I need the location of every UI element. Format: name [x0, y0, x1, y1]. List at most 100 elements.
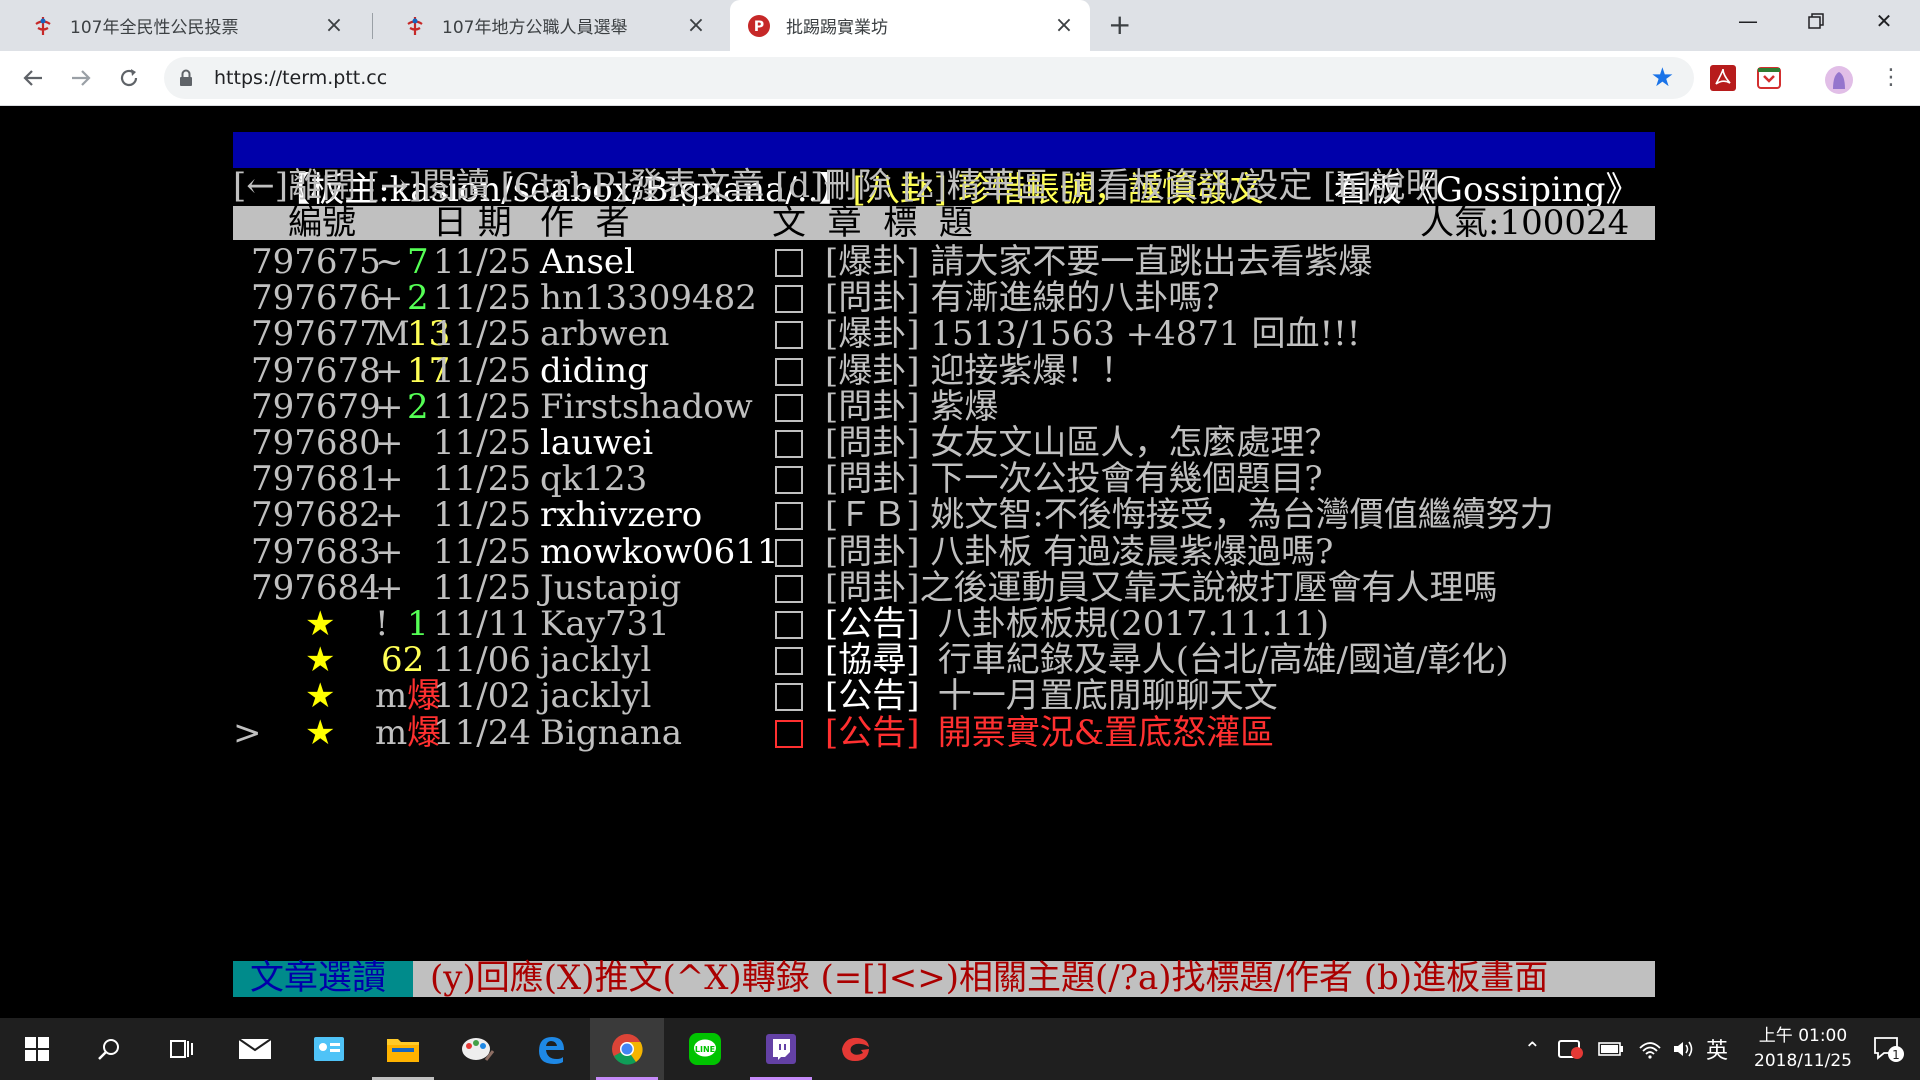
forward-icon[interactable]	[64, 61, 98, 95]
article-row[interactable]: 797681 +11/25 qk123 [問卦] 下一次公投會有幾個題目?	[233, 461, 1673, 497]
chrome-browser-icon[interactable]	[590, 1018, 664, 1080]
article-date: 11/25	[433, 314, 531, 355]
pinned-article-row[interactable]: ★! 1 11/11 Kay731 [公告] 八卦板板規(2017.11.11)	[233, 606, 1673, 642]
restore-icon[interactable]	[1788, 0, 1844, 42]
recommend-count: 2	[407, 278, 429, 319]
tray-overflow-icon[interactable]: ⌃	[1524, 1018, 1541, 1080]
checkbox-icon	[775, 611, 803, 639]
task-view-icon[interactable]	[144, 1018, 218, 1080]
article-row[interactable]: 797682 +11/25 rxhivzero [ＦＢ] 姚文智:不後悔接受，為台灣價…	[233, 497, 1673, 533]
tab-referendum[interactable]: 107年全民性公民投票 ×	[0, 0, 360, 51]
article-author: jacklyl	[540, 640, 652, 681]
close-window-icon[interactable]: ✕	[1856, 0, 1912, 42]
article-author: jacklyl	[540, 676, 652, 717]
article-date: 11/25	[433, 495, 531, 536]
pdf-extension-icon[interactable]	[1710, 65, 1736, 91]
notification-count: 1	[1892, 1048, 1900, 1062]
windows-start-icon[interactable]	[0, 1018, 74, 1080]
tab-ptt[interactable]: P 批踢踢實業坊 ×	[730, 0, 1090, 51]
minimize-icon[interactable]: —	[1720, 0, 1776, 42]
close-tab-icon[interactable]: ×	[1054, 14, 1074, 36]
tab-title: 107年地方公職人員選舉	[442, 18, 628, 38]
file-explorer-icon[interactable]	[366, 1018, 440, 1080]
article-author: diding	[540, 350, 649, 391]
edge-browser-icon[interactable]	[514, 1018, 588, 1080]
wifi-icon[interactable]	[1638, 1018, 1662, 1080]
browser-tab-strip: 107年全民性公民投票 × 107年地方公職人員選舉 × P 批踢踢實業坊 × …	[0, 0, 1920, 51]
article-date: 11/11	[433, 604, 531, 644]
article-author: lauwei	[540, 423, 654, 463]
search-icon[interactable]	[72, 1018, 146, 1080]
ptt-terminal[interactable]: 【板主:kasion/seabox/Bignana/..】[八卦] 珍惜帳號，謹…	[0, 106, 1920, 1018]
close-tab-icon[interactable]: ×	[324, 14, 344, 36]
checkbox-icon	[775, 393, 803, 422]
article-mark: m	[375, 712, 408, 753]
new-tab-icon[interactable]: +	[1108, 11, 1131, 39]
checkbox-icon	[775, 285, 803, 314]
system-clock[interactable]: 上午 01:00 2018/11/25	[1738, 1024, 1868, 1074]
checkbox-icon	[775, 249, 803, 277]
reload-icon[interactable]	[112, 61, 146, 95]
article-author: Ansel	[540, 242, 635, 282]
menu-kebab-icon[interactable]: ⋮	[1878, 65, 1904, 91]
address-bar[interactable]: https://term.ptt.cc ★	[164, 57, 1694, 99]
pinned-article-row[interactable]: ★ 62 11/06 jacklyl [協尋] 行車紀錄及尋人(台北/高雄/國道/彰化)	[233, 642, 1673, 678]
article-author: arbwen	[540, 314, 670, 355]
pinned-article-row[interactable]: > ★ m 爆 11/24 Bignana [公告] 開票實況&置底怒灌區	[233, 715, 1673, 751]
article-row[interactable]: 797683 +11/25 mowkow0611 [問卦] 八卦板 有過凌晨紫爆過嗎?	[233, 534, 1673, 570]
article-number: 797676	[251, 278, 381, 319]
mail-icon[interactable]	[218, 1018, 292, 1080]
article-row[interactable]: 797675 ~7 11/25 Ansel [爆卦] 請大家不要一直跳出去看紫爆	[233, 244, 1673, 280]
bookmark-star-icon[interactable]: ★	[1651, 63, 1674, 93]
pinned-article-row[interactable]: ★ m 爆 11/02 jacklyl [公告] 十一月置底閒聊聊天文	[233, 678, 1673, 714]
article-number: 797683	[251, 531, 381, 572]
article-category: [公告]	[825, 712, 920, 753]
twitch-icon[interactable]	[744, 1018, 818, 1080]
back-icon[interactable]	[16, 61, 50, 95]
article-mark: m	[375, 676, 408, 717]
antivirus-tray-icon[interactable]	[1558, 1018, 1584, 1080]
line-app-icon[interactable]: LINE	[668, 1018, 742, 1080]
article-mark: +	[375, 386, 404, 427]
article-row[interactable]: 797676 +2 11/25 hn13309482 [問卦] 有漸進線的八卦嗎？	[233, 280, 1673, 316]
article-row[interactable]: 797684 +11/25 Justapig [問卦]之後運動員又靠夭說被打壓會有人理…	[233, 570, 1673, 606]
article-mark: M	[375, 314, 410, 355]
notification-center-icon[interactable]: 1	[1872, 1018, 1906, 1080]
article-row[interactable]: 797677 M 13 11/25 arbwen [爆卦] 1513/1563 +4871…	[233, 316, 1673, 352]
selection-cursor: >	[233, 712, 262, 753]
article-number: 797680	[251, 423, 381, 463]
article-title: [問卦] 八卦板 有過凌晨紫爆過嗎?	[825, 531, 1334, 572]
article-category: [公告]	[825, 604, 920, 644]
contacts-card-icon[interactable]	[292, 1018, 366, 1080]
close-tab-icon[interactable]: ×	[686, 14, 706, 36]
svg-text:P: P	[754, 19, 764, 35]
article-number: 797677	[251, 314, 381, 355]
board-menu: [←]離開 [→]閱讀 [Ctrl-P]發表文章 [d]刪除 [z]精華區 [i…	[233, 166, 1440, 206]
profile-avatar-icon[interactable]	[1824, 65, 1853, 94]
paint-icon[interactable]	[440, 1018, 514, 1080]
checkbox-icon	[775, 574, 803, 603]
cec-logo-icon	[407, 16, 423, 35]
checkbox-icon	[775, 430, 803, 458]
volume-icon[interactable]	[1672, 1018, 1696, 1080]
article-number: 797679	[251, 386, 381, 427]
article-row[interactable]: 797678 +17 11/25 diding [爆卦] 迎接紫爆！！	[233, 353, 1673, 389]
tab-election[interactable]: 107年地方公職人員選舉 ×	[372, 0, 722, 51]
clock-time: 上午 01:00	[1758, 1026, 1848, 1046]
article-row[interactable]: 797679 +2 11/25 Firstshadow [問卦] 紫爆	[233, 389, 1673, 425]
ime-indicator[interactable]: 英	[1706, 1018, 1728, 1080]
recommend-count: 7	[407, 242, 429, 282]
tab-title: 107年全民性公民投票	[70, 18, 239, 38]
article-number: 797682	[251, 495, 381, 536]
pinned-star-icon: ★	[305, 676, 336, 717]
article-category: [協尋]	[825, 640, 920, 681]
garena-icon[interactable]	[818, 1018, 892, 1080]
article-title: [問卦] 紫爆	[825, 386, 999, 427]
article-date: 11/25	[433, 350, 531, 391]
article-number: 797678	[251, 350, 381, 391]
pocket-extension-icon[interactable]	[1756, 65, 1782, 91]
article-row[interactable]: 797680 +11/25 lauwei [問卦] 女友文山區人，怎麼處理？	[233, 425, 1673, 461]
checkbox-icon	[775, 321, 803, 350]
pinned-star-icon: ★	[305, 712, 336, 753]
battery-icon[interactable]	[1598, 1018, 1624, 1080]
